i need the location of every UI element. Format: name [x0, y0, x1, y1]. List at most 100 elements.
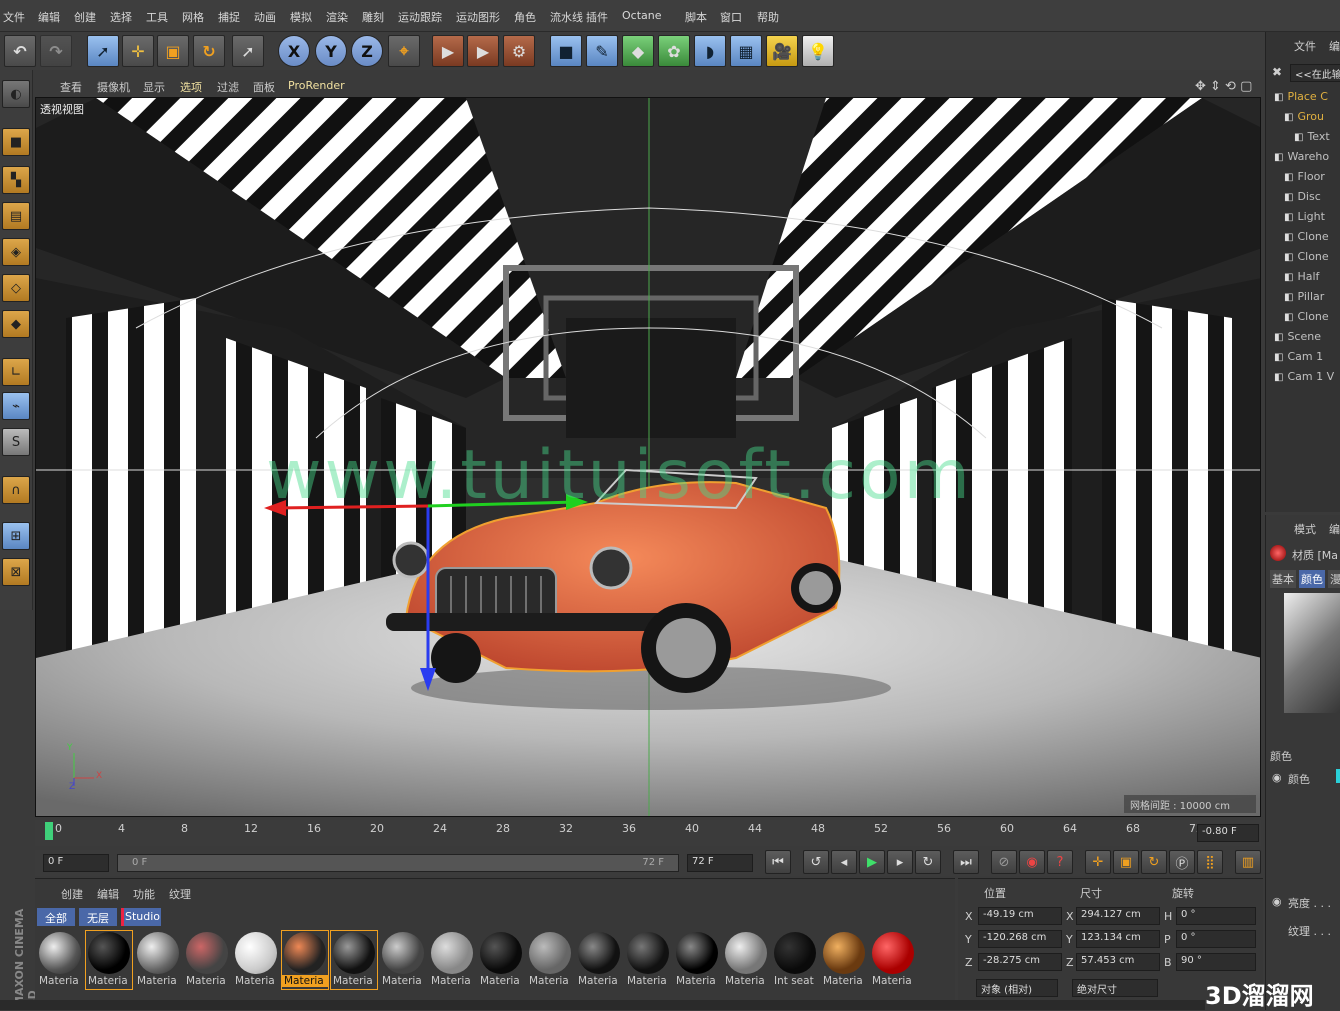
move-tool-icon[interactable]: ✛: [122, 35, 154, 67]
object-list-item[interactable]: ◧ Grou: [1284, 110, 1324, 123]
mat-menu-function[interactable]: 功能: [133, 886, 155, 902]
auto-key-button[interactable]: ◉: [1019, 850, 1045, 874]
material-thumbnail[interactable]: Materia: [625, 931, 671, 989]
viewport-menu-filter[interactable]: 过滤: [217, 79, 239, 95]
deformer-icon[interactable]: ◗: [694, 35, 726, 67]
viewport-menu-view[interactable]: 查看: [60, 79, 82, 95]
attr-tab-edit[interactable]: 编: [1329, 521, 1340, 537]
floor-object-icon[interactable]: ▦: [730, 35, 762, 67]
viewport-menu-prorender[interactable]: ProRender: [288, 79, 345, 92]
key-scale-button[interactable]: ▣: [1113, 850, 1139, 874]
material-thumbnail[interactable]: Materia: [527, 931, 573, 989]
filter-studio-tab[interactable]: Studio: [121, 908, 161, 926]
planar-workplane-icon[interactable]: ⊠: [2, 558, 30, 586]
frame-range-slider[interactable]: 0 F 72 F: [117, 854, 679, 872]
object-list-item[interactable]: ◧ Place C: [1274, 90, 1328, 103]
menu-item-18[interactable]: 窗口: [720, 9, 742, 25]
playhead[interactable]: [45, 822, 53, 840]
material-thumbnail[interactable]: Int seat: [772, 931, 818, 989]
coord-size-field[interactable]: 294.127 cm: [1076, 907, 1160, 925]
coord-size-field[interactable]: 123.134 cm: [1076, 930, 1160, 948]
menu-item-17[interactable]: 脚本: [685, 9, 707, 25]
make-editable-icon[interactable]: ◐: [2, 80, 30, 108]
axis-mode-icon[interactable]: ∟: [2, 358, 30, 386]
menu-item-6[interactable]: 捕捉: [218, 9, 240, 25]
obj-tab-file[interactable]: 文件: [1294, 38, 1316, 54]
edges-mode-icon[interactable]: ◇: [2, 274, 30, 302]
camera-icon[interactable]: 🎥: [766, 35, 798, 67]
attr-subtab-diffuse[interactable]: 漫: [1328, 570, 1340, 588]
material-thumbnail[interactable]: Materia: [478, 931, 524, 989]
model-mode-icon[interactable]: ■: [2, 128, 30, 156]
material-thumbnail[interactable]: Materia: [723, 931, 769, 989]
object-search-field[interactable]: <<在此输: [1290, 64, 1340, 82]
attr-subtab-basic[interactable]: 基本: [1270, 570, 1296, 588]
menu-item-14[interactable]: 流水线: [550, 9, 583, 25]
coordinate-system-icon[interactable]: ⌖: [388, 35, 420, 67]
record-keys-button[interactable]: ⊘: [991, 850, 1017, 874]
recent-tool-icon[interactable]: ➚: [232, 35, 264, 67]
cloner-icon[interactable]: ✿: [658, 35, 690, 67]
start-frame-field[interactable]: 0 F: [43, 854, 109, 872]
x-axis-lock-button[interactable]: X: [278, 35, 310, 67]
menu-item-5[interactable]: 网格: [182, 9, 204, 25]
z-axis-lock-button[interactable]: Z: [351, 35, 383, 67]
render-view-icon[interactable]: ▶: [432, 35, 464, 67]
menu-item-19[interactable]: 帮助: [757, 9, 779, 25]
coord-rotation-field[interactable]: 90 °: [1176, 953, 1256, 971]
solo-icon[interactable]: S: [2, 428, 30, 456]
material-thumbnail[interactable]: Materia: [674, 931, 720, 989]
material-thumbnail[interactable]: Materia: [330, 930, 378, 990]
snap-magnet-icon[interactable]: ∩: [2, 476, 30, 504]
object-list-item[interactable]: ◧ Light: [1284, 210, 1325, 223]
material-thumbnail[interactable]: Materia: [184, 931, 230, 989]
object-list-item[interactable]: ◧ Wareho: [1274, 150, 1329, 163]
mat-menu-texture[interactable]: 纹理: [169, 886, 191, 902]
color-swatch[interactable]: [1336, 769, 1340, 783]
menu-item-7[interactable]: 动画: [254, 9, 276, 25]
key-position-button[interactable]: ✛: [1085, 850, 1111, 874]
key-param-button[interactable]: Ⓟ: [1169, 850, 1195, 874]
coord-size-field[interactable]: 57.453 cm: [1076, 953, 1160, 971]
menu-item-2[interactable]: 创建: [74, 9, 96, 25]
object-list-item[interactable]: ◧ Floor: [1284, 170, 1325, 183]
perspective-viewport[interactable]: 透视视图 www.tuituisoft.com Y X Z 网格间距 : 100…: [35, 97, 1261, 817]
material-thumbnail[interactable]: Materia: [37, 931, 83, 989]
viewport-menu-options[interactable]: 选项: [180, 79, 202, 95]
menu-item-0[interactable]: 文件: [3, 9, 25, 25]
subdivision-icon[interactable]: ◆: [622, 35, 654, 67]
viewport-menu-camera[interactable]: 摄像机: [97, 79, 130, 95]
obj-tab-edit[interactable]: 编: [1329, 38, 1340, 54]
cube-object-icon[interactable]: ■: [550, 35, 582, 67]
menu-item-4[interactable]: 工具: [146, 9, 168, 25]
select-tool-icon[interactable]: ➚: [87, 35, 119, 67]
redo-button[interactable]: ↷: [40, 35, 72, 67]
object-list-item[interactable]: ◧ Cam 1: [1274, 350, 1323, 363]
menu-item-1[interactable]: 编辑: [38, 9, 60, 25]
mat-menu-edit[interactable]: 编辑: [97, 886, 119, 902]
prev-frame-button[interactable]: ◂: [831, 850, 857, 874]
object-list-item[interactable]: ◧ Text: [1294, 130, 1330, 143]
timeline-ruler[interactable]: 0 4 8 12 16 20 24 28 32 36 40 44 48 52 56 60 64 68 72 -0.8…: [35, 820, 1261, 846]
material-thumbnail[interactable]: Materia: [380, 931, 426, 989]
render-picture-viewer-icon[interactable]: ▶: [467, 35, 499, 67]
pen-spline-icon[interactable]: ✎: [586, 35, 618, 67]
y-axis-lock-button[interactable]: Y: [315, 35, 347, 67]
menu-item-12[interactable]: 运动图形: [456, 9, 500, 25]
object-list-item[interactable]: ◧ Cam 1 V: [1274, 370, 1334, 383]
attr-tab-mode[interactable]: 模式: [1294, 521, 1316, 537]
coord-size-select[interactable]: 绝对尺寸: [1072, 979, 1158, 997]
render-settings-icon[interactable]: ⚙: [503, 35, 535, 67]
menu-item-9[interactable]: 渲染: [326, 9, 348, 25]
material-thumbnail[interactable]: Materia: [870, 931, 916, 989]
keyframe-selection-button[interactable]: ?: [1047, 850, 1073, 874]
end-frame-field[interactable]: 72 F: [687, 854, 753, 872]
coord-rotation-field[interactable]: 0 °: [1176, 907, 1256, 925]
close-icon[interactable]: ✖: [1272, 65, 1282, 79]
material-thumbnail[interactable]: Materia: [135, 931, 181, 989]
coord-rotation-field[interactable]: 0 °: [1176, 930, 1256, 948]
viewport-nav-icons[interactable]: ✥ ⇕ ⟲ ▢: [1195, 79, 1252, 94]
object-list-item[interactable]: ◧ Pillar: [1284, 290, 1324, 303]
scale-tool-icon[interactable]: ▣: [157, 35, 189, 67]
next-keyframe-button[interactable]: ↻: [915, 850, 941, 874]
